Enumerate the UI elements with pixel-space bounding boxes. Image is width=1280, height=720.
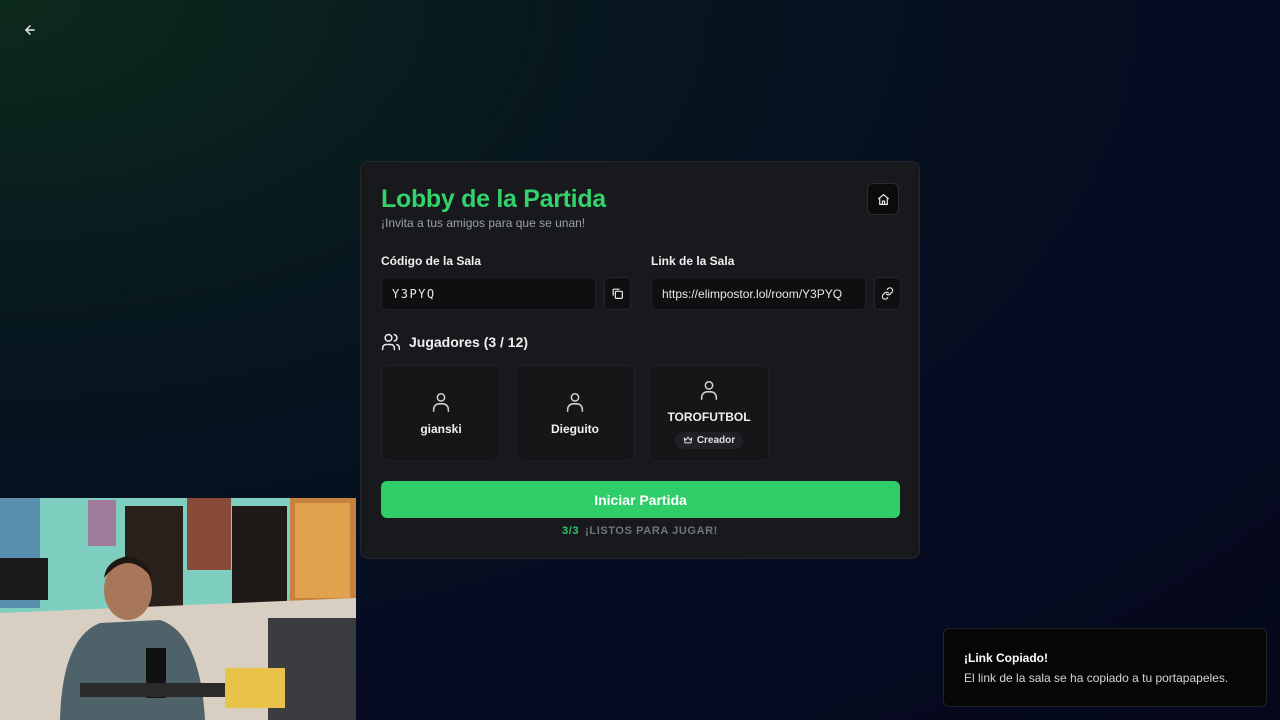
room-code-label: Código de la Sala	[381, 254, 482, 268]
player-name: gianski	[420, 422, 462, 436]
users-icon	[381, 333, 401, 351]
room-code-field: Código de la Sala Y3PYQ	[381, 254, 631, 310]
creator-badge-label: Creador	[696, 434, 736, 446]
copy-link-button[interactable]	[874, 277, 901, 310]
ready-count: 3/3	[562, 525, 580, 537]
creator-badge: Creador	[674, 431, 744, 449]
ready-status: 3/3 ¡LISTOS PARA JUGAR!	[381, 525, 899, 537]
webcam-feed-image	[0, 498, 356, 720]
crown-icon	[683, 436, 693, 444]
user-icon	[700, 380, 718, 400]
home-icon	[877, 193, 889, 205]
room-code-input[interactable]: Y3PYQ	[381, 277, 597, 310]
players-list: gianski Dieguito TOROFUTBOL Creador	[381, 365, 899, 461]
room-link-label: Link de la Sala	[651, 254, 735, 268]
toast-notification: ¡Link Copiado! El link de la sala se ha …	[943, 628, 1267, 707]
room-link-field: Link de la Sala https://elimpostor.lol/r…	[651, 254, 901, 310]
toast-title: ¡Link Copiado!	[964, 651, 1048, 665]
toast-description: El link de la sala se ha copiado a tu po…	[964, 671, 1229, 685]
start-game-button[interactable]: Iniciar Partida	[381, 481, 900, 518]
player-card: Dieguito	[515, 365, 635, 461]
copy-icon	[612, 288, 624, 299]
webcam-overlay	[0, 498, 356, 720]
players-header: Jugadores (3 / 12)	[381, 331, 899, 353]
page-subtitle: ¡Invita a tus amigos para que se unan!	[381, 216, 586, 230]
ready-text: ¡LISTOS PARA JUGAR!	[585, 525, 718, 537]
arrow-left-icon	[25, 25, 35, 35]
page-title: Lobby de la Partida	[381, 185, 606, 213]
players-title: Jugadores (3 / 12)	[409, 334, 529, 350]
lobby-card: Lobby de la Partida ¡Invita a tus amigos…	[360, 161, 920, 559]
user-icon	[432, 392, 450, 412]
room-link-input[interactable]: https://elimpostor.lol/room/Y3PYQ	[651, 277, 867, 310]
player-card: gianski	[381, 365, 501, 461]
link-icon	[881, 287, 894, 300]
player-card: TOROFUTBOL Creador	[649, 365, 769, 461]
home-button[interactable]	[867, 183, 899, 215]
copy-code-button[interactable]	[604, 277, 631, 310]
user-icon	[566, 392, 584, 412]
back-button[interactable]	[18, 18, 42, 42]
player-name: Dieguito	[551, 422, 599, 436]
player-name: TOROFUTBOL	[667, 409, 751, 424]
